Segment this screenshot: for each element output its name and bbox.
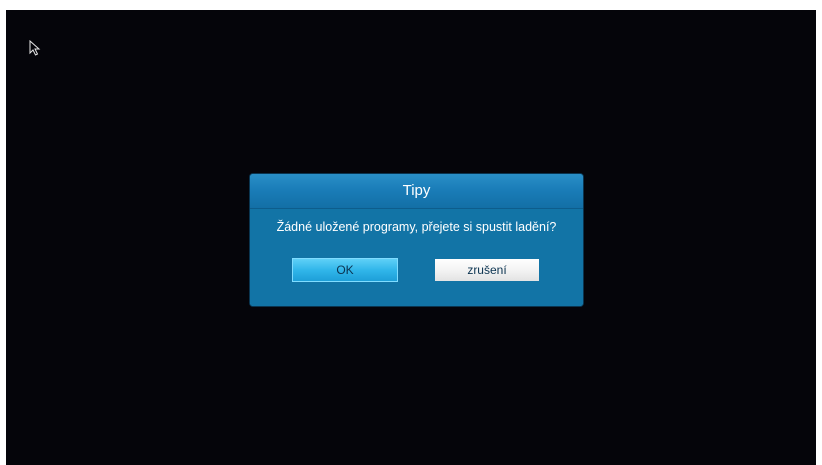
dialog-message: Žádné uložené programy, přejete si spust… bbox=[276, 220, 557, 234]
mouse-pointer-icon bbox=[29, 40, 41, 56]
tv-screen: Tipy Žádné uložené programy, přejete si … bbox=[6, 10, 816, 465]
dialog-body: Žádné uložené programy, přejete si spust… bbox=[250, 209, 583, 306]
ok-button[interactable]: OK bbox=[293, 259, 397, 281]
dialog-title: Tipy bbox=[250, 174, 583, 209]
tuning-prompt-dialog: Tipy Žádné uložené programy, přejete si … bbox=[250, 174, 583, 306]
cancel-button[interactable]: zrušení bbox=[435, 259, 539, 281]
